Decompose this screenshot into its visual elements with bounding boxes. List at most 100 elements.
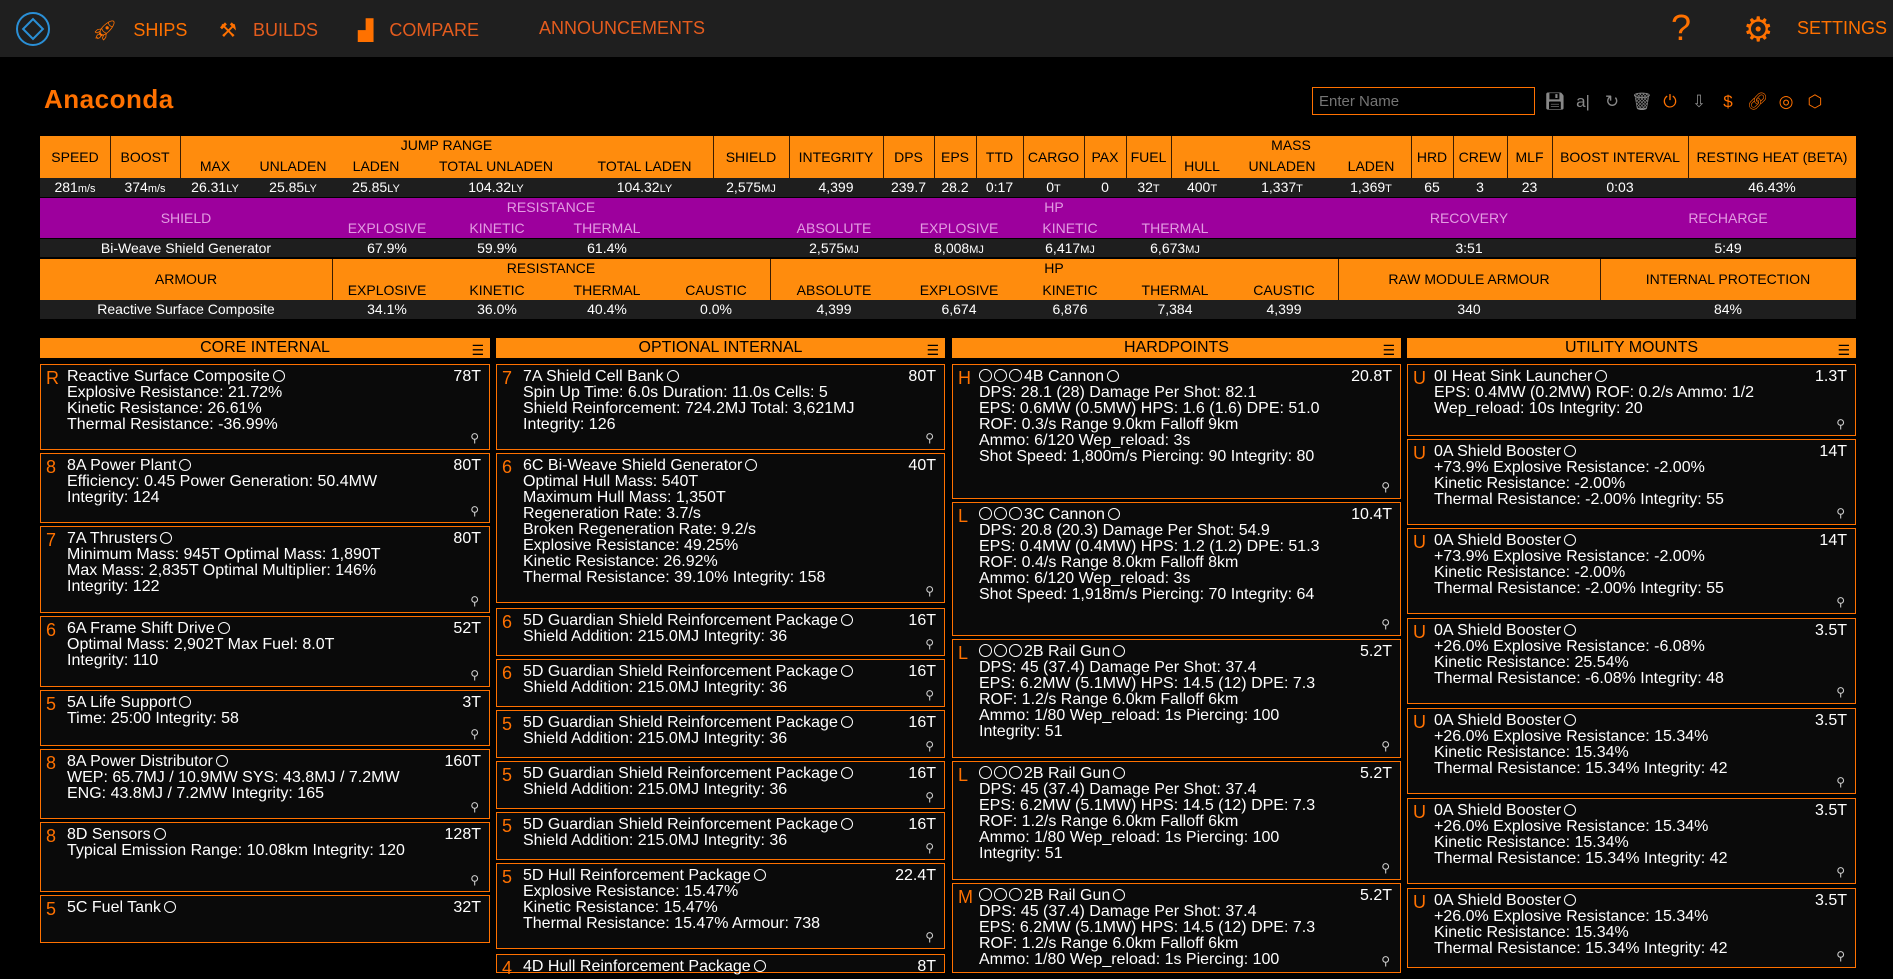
header-fuel[interactable]: FUEL: [1126, 149, 1171, 165]
wrench-icon[interactable]: ⚲: [1381, 739, 1390, 753]
engineering-icon[interactable]: [1113, 645, 1126, 657]
core-slot[interactable]: 7 7A Thrusters 80T Minimum Mass: 945T Optim…: [40, 526, 490, 613]
wrench-icon[interactable]: ⚲: [470, 594, 479, 608]
filter-icon[interactable]: ☰: [926, 340, 939, 360]
wrench-icon[interactable]: ⚲: [1836, 949, 1845, 963]
engineering-icon[interactable]: [753, 960, 766, 972]
engineering-icon[interactable]: [179, 459, 192, 471]
core-slot[interactable]: 8 8A Power Plant 80T Efficiency: 0.45 Power…: [40, 453, 490, 523]
engineering-icon[interactable]: [217, 622, 230, 634]
engineering-icon[interactable]: [1564, 445, 1577, 457]
nav-compare[interactable]: ▟ COMPARE: [358, 18, 479, 43]
filter-icon[interactable]: ☰: [1837, 340, 1850, 360]
reload-icon[interactable]: ↻: [1602, 92, 1622, 112]
core-slot[interactable]: 5 5A Life Support 3T Time: 25:00 Integrity:…: [40, 690, 490, 746]
header-unladen-jump[interactable]: UNLADEN: [252, 158, 334, 174]
header-total-unladen[interactable]: TOTAL UNLADEN: [416, 158, 576, 174]
engineering-icon[interactable]: [840, 818, 853, 830]
optional-slot[interactable]: 5 5D Guardian Shield Reinforcement Packag…: [496, 761, 945, 809]
wrench-icon[interactable]: ⚲: [470, 800, 479, 814]
header-eps[interactable]: EPS: [934, 149, 976, 165]
hardpoints-slot[interactable]: L 2B Rail Gun 5.2T DPS: 45 (37.4) Damage Pe…: [952, 639, 1401, 758]
nav-ships[interactable]: 🚀︎ SHIPS: [92, 18, 187, 43]
save-icon[interactable]: 💾︎: [1544, 92, 1566, 112]
header-hull-mass[interactable]: HULL: [1171, 158, 1233, 174]
engineering-icon[interactable]: [1564, 804, 1577, 816]
utility-slot[interactable]: U 0I Heat Sink Launcher 1.3T EPS: 0.4MW (0.…: [1407, 364, 1856, 436]
wrench-icon[interactable]: ⚲: [470, 873, 479, 887]
engineering-icon[interactable]: [1564, 534, 1577, 546]
cost-icon[interactable]: $: [1718, 92, 1738, 112]
header-boost-interval[interactable]: BOOST INTERVAL: [1552, 149, 1688, 165]
utility-mounts-header[interactable]: UTILITY MOUNTS ☰: [1407, 338, 1856, 358]
wrench-icon[interactable]: ⚲: [1836, 417, 1845, 431]
utility-slot[interactable]: U 0A Shield Booster 14T +73.9% Explosive Re…: [1407, 439, 1856, 525]
engineering-icon[interactable]: [1113, 767, 1126, 779]
wrench-icon[interactable]: ⚲: [925, 637, 934, 651]
core-internal-header[interactable]: CORE INTERNAL ☰: [40, 338, 490, 358]
wrench-icon[interactable]: ⚲: [470, 504, 479, 518]
wrench-icon[interactable]: ⚲: [1836, 685, 1845, 699]
header-unladen-mass[interactable]: UNLADEN: [1233, 158, 1331, 174]
header-speed[interactable]: SPEED: [40, 149, 110, 165]
engineering-icon[interactable]: [1564, 624, 1577, 636]
header-dps[interactable]: DPS: [883, 149, 934, 165]
wrench-icon[interactable]: ⚲: [1836, 865, 1845, 879]
header-shield[interactable]: SHIELD: [713, 149, 789, 165]
gear-icon[interactable]: ⚙︎: [1743, 10, 1773, 50]
core-slot[interactable]: R Reactive Surface Composite 78T Explosive …: [40, 364, 490, 450]
engineering-icon[interactable]: [160, 532, 173, 544]
coriolis-logo-icon[interactable]: [16, 12, 50, 46]
hardpoints-slot[interactable]: H 4B Cannon 20.8T DPS: 28.1 (28) Damage Per…: [952, 364, 1401, 499]
wrench-icon[interactable]: ⚲: [925, 739, 934, 753]
engineering-icon[interactable]: [666, 370, 679, 382]
header-ttd[interactable]: TTD: [976, 149, 1023, 165]
wrench-icon[interactable]: ⚲: [925, 841, 934, 855]
engineering-icon[interactable]: [179, 696, 192, 708]
optional-slot[interactable]: 7 7A Shield Cell Bank 80T Spin Up Time: 6.0…: [496, 364, 945, 450]
engineering-icon[interactable]: [1113, 889, 1126, 901]
optional-internal-header[interactable]: OPTIONAL INTERNAL ☰: [496, 338, 945, 358]
hardpoints-slot[interactable]: L 2B Rail Gun 5.2T DPS: 45 (37.4) Damage Pe…: [952, 761, 1401, 880]
wrench-icon[interactable]: ⚲: [1381, 480, 1390, 494]
wrench-icon[interactable]: ⚲: [1836, 595, 1845, 609]
core-slot[interactable]: 8 8A Power Distributor 160T WEP: 65.7MJ / 1…: [40, 749, 490, 819]
wrench-icon[interactable]: ⚲: [925, 930, 934, 944]
utility-slot[interactable]: U 0A Shield Booster 3.5T +26.0% Explosive R…: [1407, 618, 1856, 704]
eddb-icon[interactable]: ◎: [1776, 92, 1796, 112]
wrench-icon[interactable]: ⚲: [925, 584, 934, 598]
core-slot[interactable]: 8 8D Sensors 128T Typical Emission Range: 1…: [40, 822, 490, 892]
wrench-icon[interactable]: ⚲: [470, 668, 479, 682]
delete-icon[interactable]: 🗑︎: [1631, 92, 1653, 112]
engineering-icon[interactable]: [215, 755, 228, 767]
wrench-icon[interactable]: ⚲: [925, 431, 934, 445]
utility-slot[interactable]: U 0A Shield Booster 3.5T +26.0% Explosive R…: [1407, 708, 1856, 794]
engineering-icon[interactable]: [163, 901, 176, 913]
engineering-icon[interactable]: [840, 767, 853, 779]
engineering-icon[interactable]: [745, 459, 758, 471]
header-total-laden[interactable]: TOTAL LADEN: [576, 158, 713, 174]
wrench-icon[interactable]: ⚲: [1381, 954, 1390, 968]
coriolis-icon[interactable]: ⬡: [1805, 92, 1825, 112]
link-icon[interactable]: 🔗︎: [1747, 92, 1769, 112]
header-integrity[interactable]: INTEGRITY: [789, 149, 883, 165]
header-max-jump[interactable]: MAX: [180, 158, 250, 174]
wrench-icon[interactable]: ⚲: [1381, 861, 1390, 875]
power-icon[interactable]: ⏻: [1660, 92, 1680, 112]
engineering-icon[interactable]: [753, 869, 766, 881]
header-mlf[interactable]: MLF: [1507, 149, 1552, 165]
wrench-icon[interactable]: ⚲: [925, 790, 934, 804]
settings-link[interactable]: SETTINGS: [1797, 18, 1887, 39]
engineering-icon[interactable]: [1107, 370, 1120, 382]
wrench-icon[interactable]: ⚲: [1836, 506, 1845, 520]
optional-slot[interactable]: 6 5D Guardian Shield Reinforcement Packag…: [496, 659, 945, 707]
hardpoints-slot[interactable]: M 2B Rail Gun 5.2T DPS: 45 (37.4) Damage Pe…: [952, 883, 1401, 973]
header-resting-heat[interactable]: RESTING HEAT (BETA): [1688, 149, 1856, 165]
wrench-icon[interactable]: ⚲: [925, 688, 934, 702]
optional-slot[interactable]: 6 6C Bi-Weave Shield Generator 40T Optimal …: [496, 453, 945, 603]
utility-slot[interactable]: U 0A Shield Booster 14T +73.9% Explosive Re…: [1407, 528, 1856, 614]
header-crew[interactable]: CREW: [1453, 149, 1507, 165]
engineering-icon[interactable]: [272, 370, 285, 382]
optional-slot[interactable]: 5 5D Guardian Shield Reinforcement Packag…: [496, 812, 945, 860]
header-boost[interactable]: BOOST: [110, 149, 180, 165]
